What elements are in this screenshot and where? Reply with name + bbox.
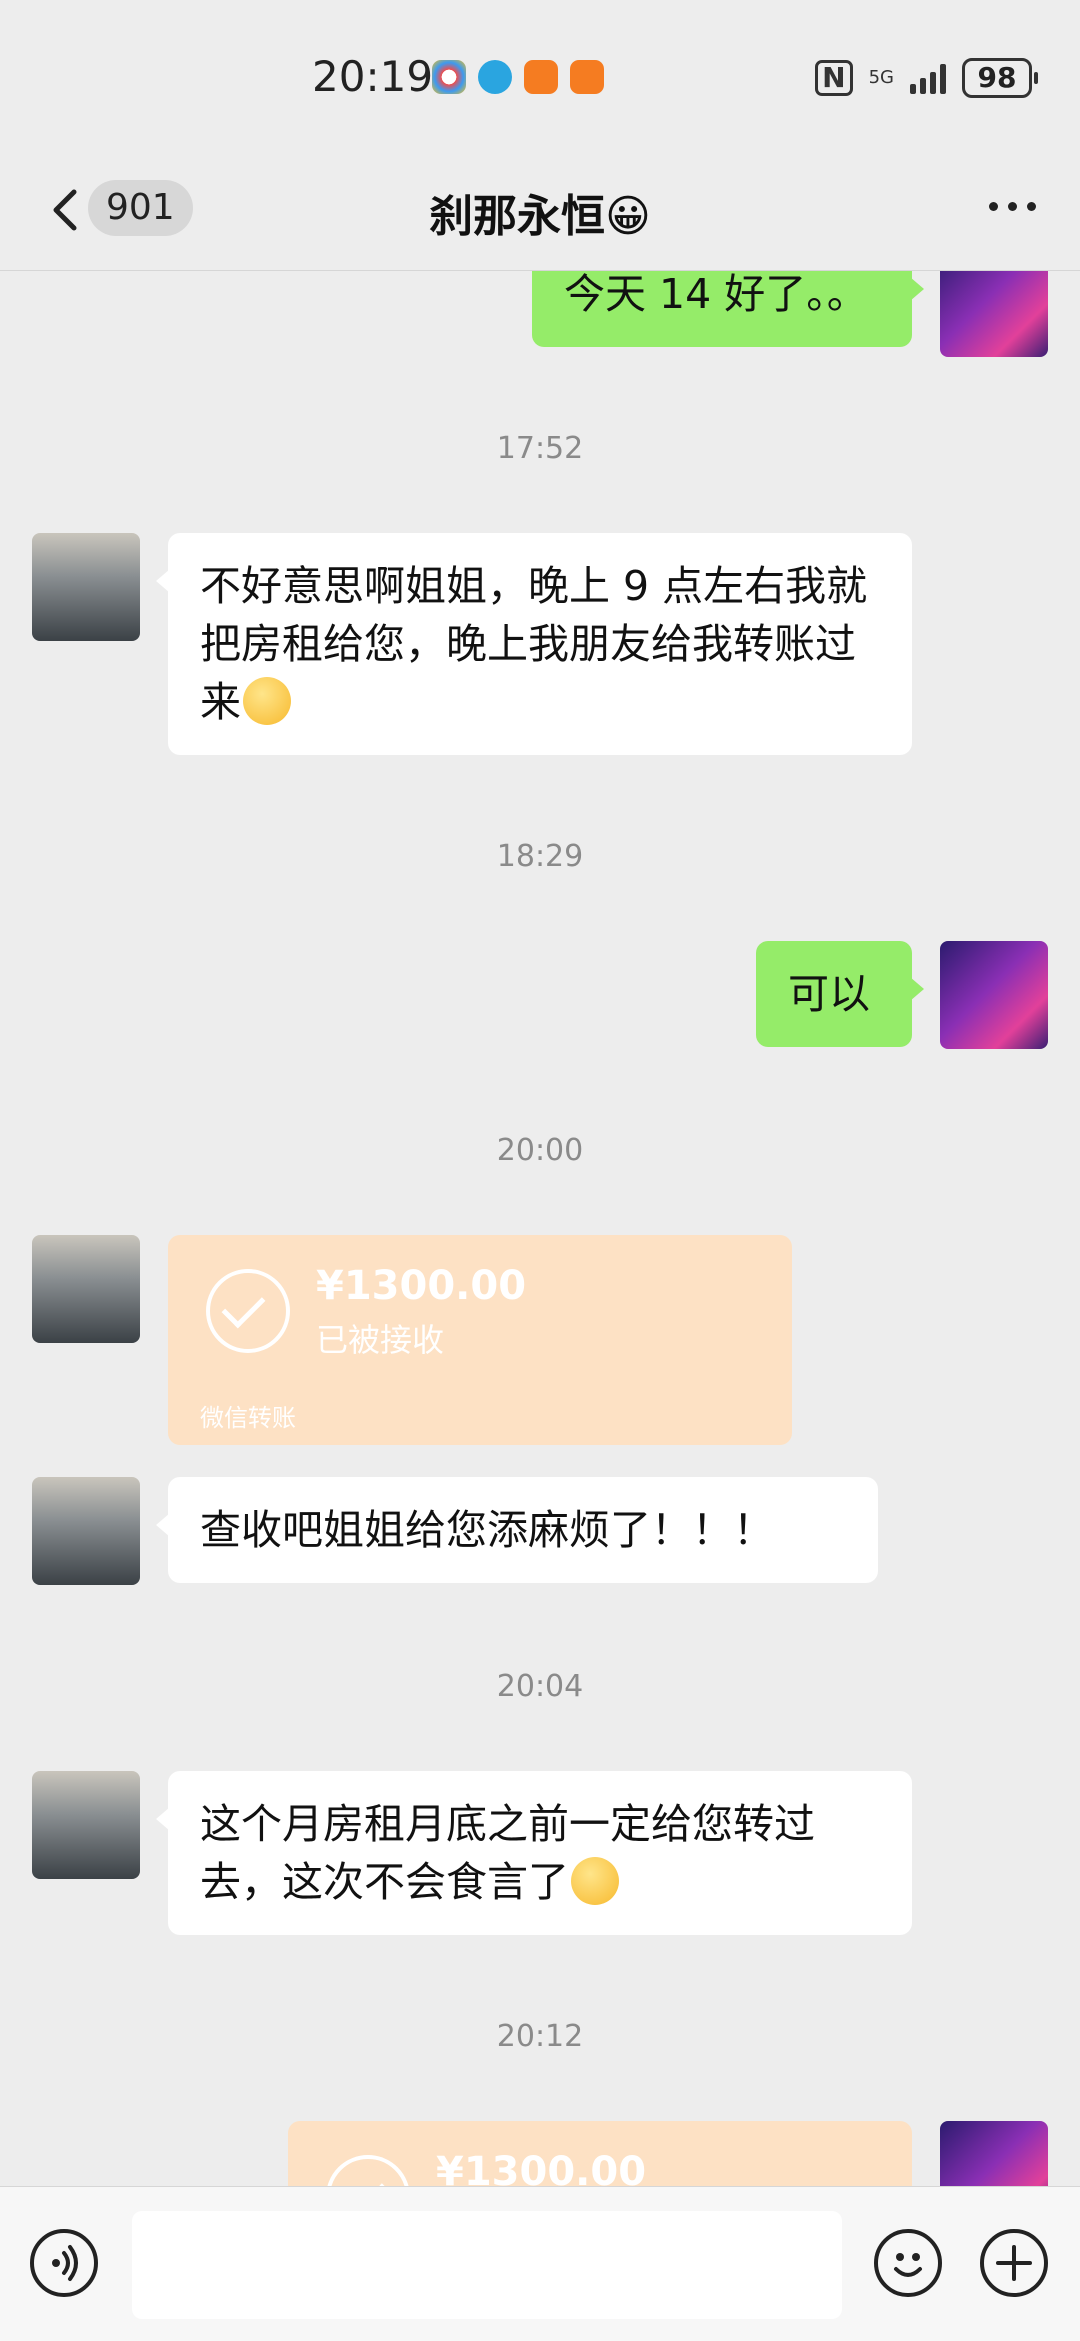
nfc-icon: N: [815, 60, 853, 96]
timestamp: 20:00: [496, 1133, 584, 1168]
message-bubble-incoming[interactable]: 不好意思啊姐姐，晚上 9 点左右我就把房租给您，晚上我朋友给我转账过来: [156, 533, 912, 755]
message-bubble-incoming[interactable]: 查收吧姐姐给您添麻烦了！！！: [156, 1477, 878, 1583]
contact-avatar[interactable]: [32, 533, 140, 641]
timestamp: 17:52: [496, 431, 584, 466]
timestamp: 18:29: [496, 839, 584, 874]
transfer-label: 微信转账: [200, 1404, 296, 1432]
pleading-face-emoji-icon: [243, 677, 291, 725]
check-circle-icon: [206, 1269, 290, 1353]
self-avatar[interactable]: [940, 2121, 1048, 2186]
transfer-amount: ¥1300.00: [316, 1263, 527, 1309]
more-options-icon[interactable]: [989, 202, 1036, 211]
battery-level: 98: [977, 61, 1017, 94]
message-list[interactable]: 今天 14 好了。。 17:52 不好意思啊姐姐，晚上 9 点左右我就把房租给您…: [0, 271, 1080, 2186]
message-text: 查收吧姐姐给您添麻烦了！！！: [200, 1506, 774, 1554]
transfer-amount: ¥1300.00: [436, 2149, 647, 2186]
contact-avatar[interactable]: [32, 1771, 140, 1879]
contact-avatar[interactable]: [32, 1235, 140, 1343]
message-bubble-outgoing[interactable]: 今天 14 好了。。: [532, 271, 924, 347]
network-type: 5G: [868, 67, 894, 88]
chat-title: 刹那永恒😀: [429, 191, 651, 242]
status-bar: 20:19 N 5G 98: [0, 0, 1080, 150]
transfer-status: 已被接收: [316, 1321, 445, 1359]
message-text: 这个月房租月底之前一定给您转过去，这次不会食言了: [200, 1800, 815, 1906]
message-bubble-incoming[interactable]: 这个月房租月底之前一定给您转过去，这次不会食言了: [156, 1771, 912, 1935]
voice-icon[interactable]: [30, 2229, 98, 2297]
chat-header: 901 刹那永恒😀: [0, 150, 1080, 271]
shopping-notification-icon: [524, 60, 558, 94]
transfer-icon: [326, 2155, 410, 2186]
telegram-notification-icon: [478, 60, 512, 94]
status-right-group: N 5G 98: [815, 58, 1038, 98]
self-avatar[interactable]: [940, 941, 1048, 1049]
app-notification-icon: [432, 60, 466, 94]
timestamp: 20:04: [496, 1669, 584, 1704]
signal-icon: [910, 62, 946, 94]
wechat-transfer-card[interactable]: ¥1300.00 已被接收 微信转账: [168, 1235, 792, 1445]
shopping-notification-icon-2: [570, 60, 604, 94]
battery-icon: 98: [962, 58, 1038, 98]
message-input[interactable]: [132, 2211, 842, 2319]
plus-icon[interactable]: [980, 2229, 1048, 2297]
input-bar: [0, 2186, 1080, 2341]
timestamp: 20:12: [496, 2019, 584, 2054]
crying-face-emoji-icon: [571, 1857, 619, 1905]
message-text: 今天 14 好了。。: [564, 271, 868, 318]
self-avatar[interactable]: [940, 271, 1048, 357]
contact-avatar[interactable]: [32, 1477, 140, 1585]
message-text: 不好意思啊姐姐，晚上 9 点左右我就把房租给您，晚上我朋友给我转账过来: [200, 562, 868, 726]
wechat-transfer-card[interactable]: ¥1300.00: [288, 2121, 912, 2186]
message-bubble-outgoing[interactable]: 可以: [756, 941, 924, 1047]
message-text: 可以: [788, 970, 870, 1018]
emoji-icon[interactable]: [874, 2229, 942, 2297]
status-time: 20:19: [312, 52, 434, 101]
